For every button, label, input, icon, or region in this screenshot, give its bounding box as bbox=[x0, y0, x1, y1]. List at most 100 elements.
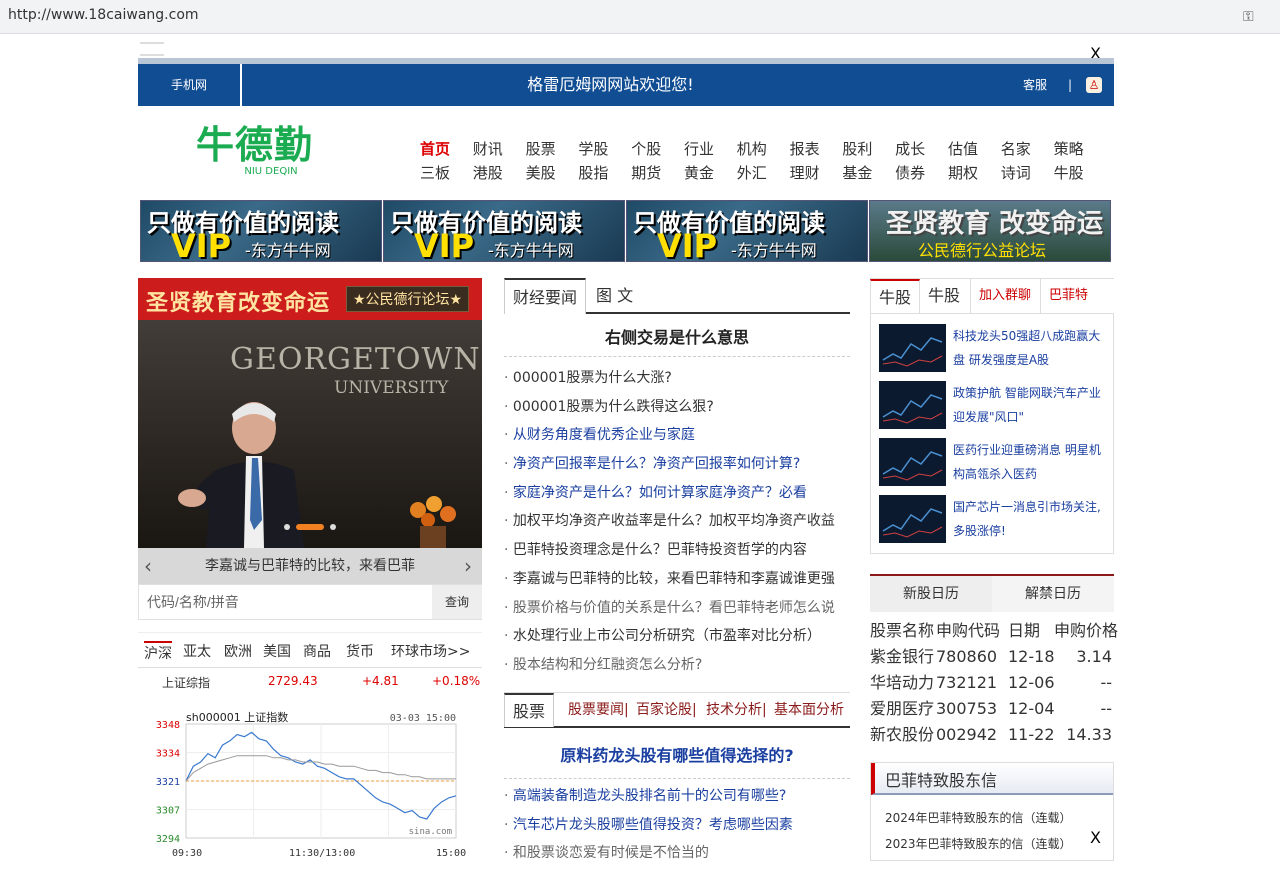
slider-caption[interactable]: 李嘉诚与巴菲特的比较，来看巴菲 bbox=[205, 558, 415, 574]
news-link[interactable]: 水处理行业上市公司分析研究（市盈率对比分析） bbox=[504, 626, 850, 655]
stock-subtab[interactable]: 基本面分析 bbox=[774, 693, 844, 727]
calendar-tab[interactable]: 解禁日历 bbox=[992, 576, 1114, 612]
browser-address-bar[interactable]: http://www.18caiwang.com ⚿ bbox=[0, 0, 1280, 34]
news-link[interactable]: 加权平均净资产收益率是什么？加权平均净资产收益 bbox=[504, 511, 850, 540]
news-link[interactable]: 汽车芯片龙头股哪些值得投资？考虑哪些因素 bbox=[504, 815, 850, 844]
prev-arrow-icon[interactable]: ‹ bbox=[144, 548, 152, 584]
key-icon[interactable]: ⚿ bbox=[1243, 9, 1254, 25]
stock-headline[interactable]: 原料药龙头股有哪些值得选择的? bbox=[504, 742, 850, 766]
tab-stock[interactable]: 股票 bbox=[504, 693, 555, 727]
index-chart[interactable]: 3348 3334 3321 3307 3294 09:30 11:30/13:00 15:0… bbox=[146, 708, 476, 860]
news-link[interactable]: 净资产回报率是什么？净资产回报率如何计算? bbox=[504, 454, 850, 483]
news-link[interactable]: 股本结构和分红融资怎么分析? bbox=[504, 655, 850, 684]
market-tab[interactable]: 环球市场>> bbox=[391, 641, 470, 661]
news-thumb-item[interactable]: 医药行业迎重磅消息 明星机构高瓴杀入医药 bbox=[879, 438, 1109, 488]
slider-dot-active[interactable] bbox=[296, 524, 324, 530]
nav-item[interactable]: 三板 bbox=[420, 162, 473, 183]
news-headline[interactable]: 右侧交易是什么意思 bbox=[504, 324, 850, 348]
news-thumbnail[interactable] bbox=[879, 381, 946, 429]
table-row[interactable]: 紫金银行 780860 12-18 3.14 bbox=[870, 644, 1114, 670]
nav-item[interactable]: 策略 bbox=[1054, 138, 1107, 159]
nav-item[interactable]: 机构 bbox=[737, 138, 790, 159]
nav-item[interactable]: 股票 bbox=[526, 138, 579, 159]
buffett-item[interactable]: 2024年巴菲特致股东的信（连载） bbox=[885, 809, 1072, 826]
news-thumb-item[interactable]: 政策护航 智能网联汽车产业迎发展"风口" bbox=[879, 381, 1109, 431]
site-logo[interactable]: 牛德勤 NIU DEQIN bbox=[196, 124, 346, 182]
close-ad-button[interactable]: X bbox=[1090, 828, 1101, 847]
news-thumb-title[interactable]: 医药行业迎重磅消息 明星机构高瓴杀入医药 bbox=[953, 438, 1109, 486]
news-link[interactable]: 000001股票为什么跌得这么狠? bbox=[504, 397, 850, 426]
nav-item[interactable]: 名家 bbox=[1001, 138, 1054, 159]
table-row[interactable]: 新农股份 002942 11-22 14.33 bbox=[870, 722, 1114, 748]
search-button[interactable]: 查询 bbox=[432, 585, 482, 619]
nav-item[interactable]: 期货 bbox=[631, 162, 684, 183]
nav-item[interactable]: 股利 bbox=[842, 138, 895, 159]
sage-education-banner[interactable]: 圣贤教育 改变命运 公民德行公益论坛 bbox=[869, 200, 1111, 262]
nav-item[interactable]: 成长 bbox=[895, 138, 948, 159]
nav-item[interactable]: 行业 bbox=[684, 138, 737, 159]
news-thumb-title[interactable]: 国产芯片一消息引市场关注,多股涨停! bbox=[953, 495, 1109, 543]
nav-item[interactable]: 债券 bbox=[895, 162, 948, 183]
news-link[interactable]: 巴菲特投资理念是什么？巴菲特投资哲学的内容 bbox=[504, 540, 850, 569]
buffett-item[interactable]: 2023年巴菲特致股东的信（连载） bbox=[885, 835, 1072, 852]
news-link[interactable]: 000001股票为什么大涨? bbox=[504, 368, 850, 397]
nav-item[interactable]: 期权 bbox=[948, 162, 1001, 183]
market-tab[interactable]: 货币 bbox=[346, 641, 374, 661]
news-thumb-item[interactable]: 国产芯片一消息引市场关注,多股涨停! bbox=[879, 495, 1109, 545]
nav-item[interactable]: 估值 bbox=[948, 138, 1001, 159]
news-thumbnail[interactable] bbox=[879, 324, 946, 372]
url-text[interactable]: http://www.18caiwang.com bbox=[8, 7, 199, 23]
news-link[interactable]: 从财务角度看优秀企业与家庭 bbox=[504, 425, 850, 454]
slider-dot[interactable] bbox=[330, 524, 336, 530]
index-name[interactable]: 上证综指 bbox=[162, 674, 210, 691]
slider-image[interactable]: GEORGETOWN UNIVERSITY bbox=[138, 320, 482, 548]
nav-item[interactable]: 理财 bbox=[790, 162, 843, 183]
tab-news-0[interactable]: 财经要闻 bbox=[504, 278, 587, 314]
right-tab[interactable]: 巴菲特 bbox=[1040, 279, 1096, 313]
market-tab[interactable]: 欧洲 bbox=[224, 641, 252, 661]
nav-item[interactable]: 首页 bbox=[420, 138, 473, 159]
news-thumb-item[interactable]: 科技龙头50强超八成跑赢大盘 研发强度是A股 bbox=[879, 324, 1109, 374]
nav-item[interactable]: 黄金 bbox=[684, 162, 737, 183]
table-row[interactable]: 华培动力 732121 12-06 -- bbox=[870, 670, 1114, 696]
calendar-tab[interactable]: 新股日历 bbox=[870, 576, 992, 612]
nav-item[interactable]: 报表 bbox=[790, 138, 843, 159]
user-icon[interactable]: ♙ bbox=[1086, 77, 1102, 93]
menu-icon[interactable] bbox=[140, 42, 164, 56]
stock-search-input[interactable] bbox=[139, 585, 431, 619]
nav-item[interactable]: 诗词 bbox=[1001, 162, 1054, 183]
news-thumb-title[interactable]: 科技龙头50强超八成跑赢大盘 研发强度是A股 bbox=[953, 324, 1109, 372]
vip-banner-1[interactable]: 只做有价值的阅读 VIP -东方牛牛网 bbox=[140, 200, 382, 262]
nav-item[interactable]: 港股 bbox=[473, 162, 526, 183]
news-thumbnail[interactable] bbox=[879, 438, 946, 486]
vip-banner-3[interactable]: 只做有价值的阅读 VIP -东方牛牛网 bbox=[626, 200, 868, 262]
stock-subtab[interactable]: 技术分析| bbox=[706, 693, 767, 727]
mobile-site-link[interactable]: 手机网 bbox=[138, 64, 242, 106]
right-tab[interactable]: 牛股 bbox=[920, 279, 968, 313]
market-tab[interactable]: 亚太 bbox=[183, 641, 211, 661]
news-thumbnail[interactable] bbox=[879, 495, 946, 543]
sage-forum-banner[interactable]: 圣贤教育改变命运 ★公民德行论坛★ bbox=[138, 278, 482, 320]
nav-item[interactable]: 美股 bbox=[526, 162, 579, 183]
market-tab[interactable]: 沪深 bbox=[144, 641, 172, 663]
nav-item[interactable]: 牛股 bbox=[1054, 162, 1107, 183]
customer-service-link[interactable]: 客服 bbox=[1023, 64, 1047, 106]
table-row[interactable]: 爱朋医疗 300753 12-04 -- bbox=[870, 696, 1114, 722]
market-tab[interactable]: 商品 bbox=[303, 641, 331, 661]
news-thumb-title[interactable]: 政策护航 智能网联汽车产业迎发展"风口" bbox=[953, 381, 1109, 429]
stock-subtab[interactable]: 百家论股| bbox=[636, 693, 697, 727]
news-link[interactable]: 家庭净资产是什么？如何计算家庭净资产？必看 bbox=[504, 483, 850, 512]
market-tab[interactable]: 美国 bbox=[263, 641, 291, 661]
nav-item[interactable]: 外汇 bbox=[737, 162, 790, 183]
nav-item[interactable]: 基金 bbox=[842, 162, 895, 183]
vip-banner-2[interactable]: 只做有价值的阅读 VIP -东方牛牛网 bbox=[383, 200, 625, 262]
nav-item[interactable]: 财讯 bbox=[473, 138, 526, 159]
news-link[interactable]: 高端装备制造龙头股排名前十的公司有哪些? bbox=[504, 786, 850, 815]
news-link[interactable]: 和股票谈恋爱有时候是不恰当的 bbox=[504, 843, 850, 872]
news-link[interactable]: 李嘉诚与巴菲特的比较，来看巴菲特和李嘉诚谁更强 bbox=[504, 569, 850, 598]
nav-item[interactable]: 学股 bbox=[578, 138, 631, 159]
next-arrow-icon[interactable]: › bbox=[464, 548, 472, 584]
news-link[interactable]: 股票价格与价值的关系是什么？看巴菲特老师怎么说 bbox=[504, 598, 850, 627]
tab-news-1[interactable]: 图 文 bbox=[588, 278, 641, 314]
slider-dot[interactable] bbox=[284, 524, 290, 530]
